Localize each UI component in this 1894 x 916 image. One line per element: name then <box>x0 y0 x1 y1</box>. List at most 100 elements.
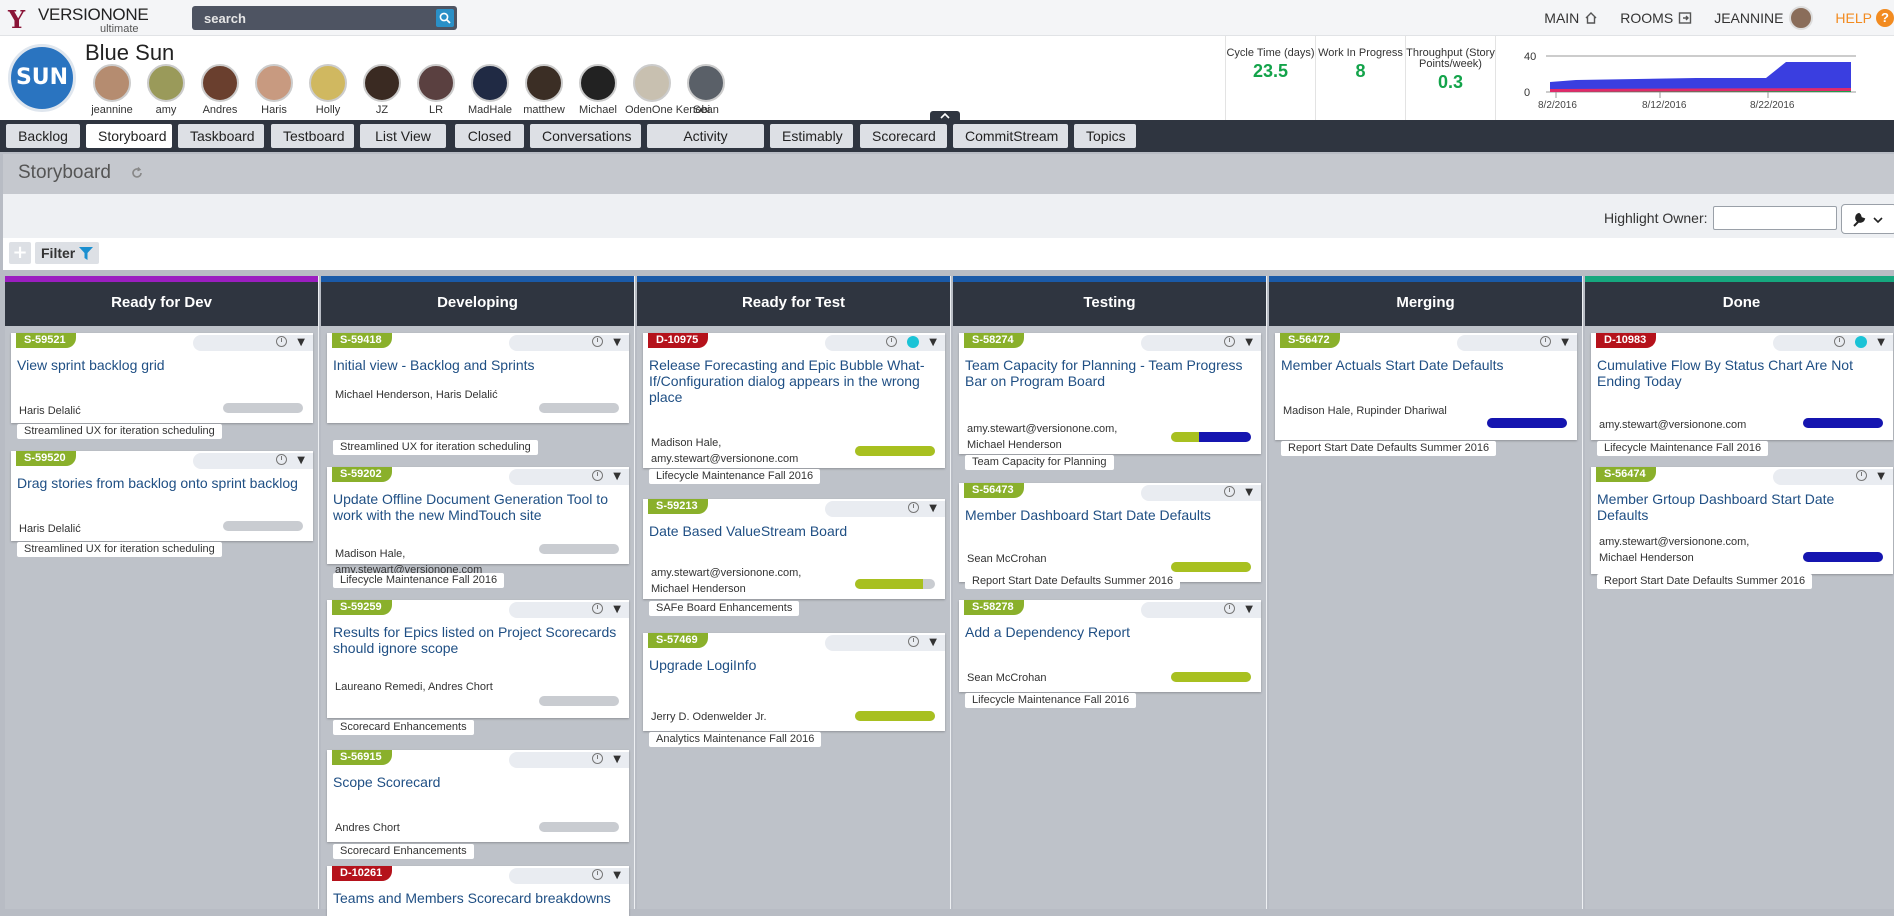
member-11[interactable]: Sean <box>679 64 733 116</box>
story-card[interactable]: D-10975 ▼ Release Forecasting and Epic Bub… <box>643 333 945 468</box>
story-card[interactable]: S-59520 ▼ Drag stories from backlog onto s… <box>11 451 313 541</box>
card-epic-tag[interactable]: Team Capacity for Planning <box>965 455 1114 470</box>
chevron-down-icon[interactable]: ▼ <box>297 455 305 466</box>
clock-icon[interactable] <box>1834 336 1845 347</box>
clock-icon[interactable] <box>1540 336 1551 347</box>
member-4[interactable]: Holly <box>301 64 355 116</box>
card-id-badge[interactable]: S-59213 <box>648 499 708 514</box>
story-card[interactable]: S-59259 ▼ Results for Epics listed on Proj… <box>327 600 629 718</box>
story-card[interactable]: S-59521 ▼ View sprint backlog grid Haris De… <box>11 333 313 423</box>
metric-1[interactable]: Work In Progress 8 <box>1315 36 1405 120</box>
card-epic-tag[interactable]: Report Start Date Defaults Summer 2016 <box>965 574 1181 589</box>
metric-2[interactable]: Throughput (Story Points/week) 0.3 <box>1405 36 1495 120</box>
chevron-down-icon[interactable]: ▼ <box>1245 337 1253 348</box>
chevron-down-icon[interactable]: ▼ <box>613 337 621 348</box>
card-epic-tag[interactable]: Report Start Date Defaults Summer 2016 <box>1597 574 1813 589</box>
member-5[interactable]: JZ <box>355 64 409 116</box>
member-0[interactable]: jeannine <box>85 64 139 116</box>
clock-icon[interactable] <box>1224 486 1235 497</box>
card-epic-tag[interactable]: Analytics Maintenance Fall 2016 <box>649 732 822 747</box>
card-title[interactable]: Release Forecasting and Epic Bubble What… <box>649 357 935 405</box>
clock-icon[interactable] <box>908 636 919 647</box>
card-title[interactable]: Team Capacity for Planning - Team Progre… <box>965 357 1251 389</box>
card-epic-tag[interactable]: Streamlined UX for iteration scheduling <box>333 440 538 455</box>
card-title[interactable]: Member Grtoup Dashboard Start Date Defau… <box>1597 491 1883 523</box>
clock-icon[interactable] <box>592 753 603 764</box>
member-1[interactable]: amy <box>139 64 193 116</box>
card-id-badge[interactable]: S-59520 <box>16 451 76 466</box>
card-id-badge[interactable]: S-59202 <box>332 467 392 482</box>
tab-estimably[interactable]: Estimably <box>770 124 853 148</box>
member-3[interactable]: Haris <box>247 64 301 116</box>
chevron-down-icon[interactable]: ▼ <box>1561 337 1569 348</box>
tab-testboard[interactable]: Testboard <box>271 124 354 148</box>
tab-list-view[interactable]: List View <box>360 124 446 148</box>
card-title[interactable]: Teams and Members Scorecard breakdowns <box>333 890 619 906</box>
card-epic-tag[interactable]: Streamlined UX for iteration scheduling <box>17 424 222 439</box>
tab-scorecard[interactable]: Scorecard <box>860 124 947 148</box>
tab-taskboard[interactable]: Taskboard <box>178 124 264 148</box>
story-card[interactable]: D-10983 ▼ Cumulative Flow By Status Chart … <box>1591 333 1893 440</box>
card-id-badge[interactable]: S-56472 <box>1280 333 1340 348</box>
clock-icon[interactable] <box>592 603 603 614</box>
card-title[interactable]: Scope Scorecard <box>333 774 619 790</box>
highlight-owner-input[interactable] <box>1713 206 1837 230</box>
card-id-badge[interactable]: S-56915 <box>332 750 392 765</box>
member-9[interactable]: Michael <box>571 64 625 116</box>
chevron-down-icon[interactable]: ▼ <box>1877 337 1885 348</box>
search-input[interactable] <box>192 6 432 30</box>
cumulative-flow-sparkline[interactable]: 0 40 8/2/2016 8/12/2016 8/22/2016 <box>1495 36 1894 120</box>
member-6[interactable]: LR <box>409 64 463 116</box>
card-id-badge[interactable]: D-10261 <box>332 866 393 881</box>
refresh-icon[interactable] <box>130 166 144 180</box>
member-2[interactable]: Andres <box>193 64 247 116</box>
card-id-badge[interactable]: S-59521 <box>16 333 76 348</box>
story-card[interactable]: S-56472 ▼ Member Actuals Start Date Defaul… <box>1275 333 1577 440</box>
clock-icon[interactable] <box>592 470 603 481</box>
chevron-down-icon[interactable]: ▼ <box>929 503 937 514</box>
card-id-badge[interactable]: S-59259 <box>332 600 392 615</box>
card-title[interactable]: Update Offline Document Generation Tool … <box>333 491 619 523</box>
tab-conversations[interactable]: Conversations <box>530 124 641 148</box>
project-name[interactable]: Blue Sun <box>85 40 174 66</box>
card-id-badge[interactable]: S-58274 <box>964 333 1024 348</box>
card-epic-tag[interactable]: Streamlined UX for iteration scheduling <box>17 542 222 557</box>
card-title[interactable]: Upgrade LogiInfo <box>649 657 935 673</box>
clock-icon[interactable] <box>592 336 603 347</box>
card-epic-tag[interactable]: Scorecard Enhancements <box>333 844 474 859</box>
card-id-badge[interactable]: S-56474 <box>1596 467 1656 482</box>
clock-icon[interactable] <box>592 869 603 880</box>
chevron-down-icon[interactable]: ▼ <box>613 604 621 615</box>
search-button[interactable] <box>436 9 454 27</box>
chevron-down-icon[interactable]: ▼ <box>929 337 937 348</box>
card-title[interactable]: Results for Epics listed on Project Scor… <box>333 624 619 656</box>
tab-storyboard[interactable]: Storyboard <box>86 124 172 148</box>
chevron-down-icon[interactable]: ▼ <box>1245 487 1253 498</box>
story-card[interactable]: S-56915 ▼ Scope Scorecard Andres Chort <box>327 750 629 842</box>
versionone-logo[interactable]: Y VERSIONONE ultimate <box>8 3 149 35</box>
member-8[interactable]: matthew <box>517 64 571 116</box>
story-card[interactable]: S-59202 ▼ Update Offline Document Generati… <box>327 467 629 576</box>
card-epic-tag[interactable]: Lifecycle Maintenance Fall 2016 <box>965 693 1137 708</box>
card-epic-tag[interactable]: SAFe Board Enhancements <box>649 601 800 616</box>
card-id-badge[interactable]: S-57469 <box>648 633 708 648</box>
filter-button[interactable]: Filter <box>35 242 99 264</box>
tab-backlog[interactable]: Backlog <box>6 124 80 148</box>
card-id-badge[interactable]: D-10975 <box>648 333 709 348</box>
story-card[interactable]: S-59213 ▼ Date Based ValueStream Board amy.… <box>643 499 945 599</box>
tab-closed[interactable]: Closed <box>455 124 524 148</box>
card-epic-tag[interactable]: Lifecycle Maintenance Fall 2016 <box>1597 441 1769 456</box>
rooms-menu[interactable]: ROOMS <box>1620 10 1692 26</box>
card-title[interactable]: Cumulative Flow By Status Chart Are Not … <box>1597 357 1883 389</box>
chevron-down-icon[interactable]: ▼ <box>297 337 305 348</box>
card-id-badge[interactable]: S-59418 <box>332 333 392 348</box>
card-title[interactable]: Member Dashboard Start Date Defaults <box>965 507 1251 523</box>
story-card[interactable]: S-58278 ▼ Add a Dependency Report Sean McCr… <box>959 600 1261 692</box>
card-id-badge[interactable]: D-10983 <box>1596 333 1657 348</box>
card-epic-tag[interactable]: Scorecard Enhancements <box>333 720 474 735</box>
user-menu[interactable]: JEANNINE <box>1714 6 1814 30</box>
story-card[interactable]: S-58274 ▼ Team Capacity for Planning - Tea… <box>959 333 1261 454</box>
add-button[interactable]: + <box>9 242 31 264</box>
chevron-down-icon[interactable]: ▼ <box>1245 604 1253 615</box>
story-card[interactable]: S-59418 ▼ Initial view - Backlog and Sprin… <box>327 333 629 423</box>
